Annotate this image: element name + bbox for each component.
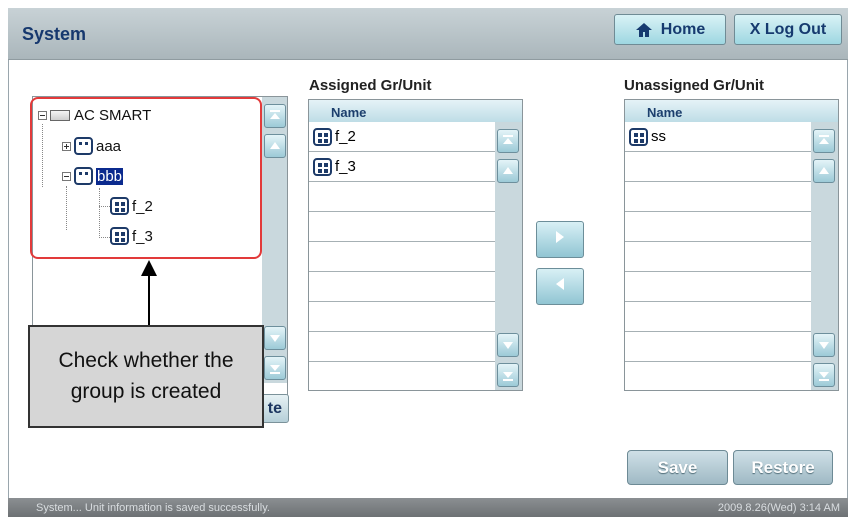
assigned-label: Assigned Gr/Unit — [309, 77, 432, 94]
unassigned-label: Unassigned Gr/Unit — [624, 77, 765, 94]
unassigned-column-header: Name — [625, 100, 838, 122]
unit-icon — [313, 127, 332, 146]
list-item[interactable] — [309, 272, 495, 302]
status-message: System... Unit information is saved succ… — [36, 501, 270, 514]
scroll-top-button[interactable] — [813, 129, 835, 153]
delete-button-label: te — [267, 399, 282, 417]
scroll-up-button[interactable] — [264, 134, 286, 158]
move-right-button[interactable] — [536, 221, 584, 258]
scroll-down-button[interactable] — [813, 333, 835, 357]
assigned-list[interactable]: Name f_2 f_3 — [308, 99, 523, 391]
logout-button[interactable]: X Log Out — [734, 14, 842, 45]
chevron-left-icon — [554, 277, 566, 296]
chevron-right-icon — [554, 230, 566, 249]
callout-arrow — [148, 273, 150, 325]
scroll-up-button[interactable] — [497, 159, 519, 183]
scroll-bottom-button[interactable] — [813, 363, 835, 387]
list-item[interactable] — [625, 362, 811, 392]
save-button-label: Save — [657, 457, 698, 477]
list-item[interactable] — [625, 302, 811, 332]
list-item[interactable]: ss — [625, 122, 811, 152]
list-item[interactable] — [625, 242, 811, 272]
restore-button-label: Restore — [751, 457, 815, 477]
list-item[interactable] — [625, 212, 811, 242]
scroll-top-button[interactable] — [497, 129, 519, 153]
list-item[interactable] — [309, 242, 495, 272]
list-item[interactable] — [309, 182, 495, 212]
list-item-label: f_2 — [335, 128, 356, 145]
list-item[interactable] — [625, 272, 811, 302]
scroll-top-button[interactable] — [264, 104, 286, 128]
list-item[interactable]: f_2 — [309, 122, 495, 152]
restore-button[interactable]: Restore — [733, 450, 833, 485]
callout-text: Check whether the group is created — [58, 349, 234, 403]
list-item[interactable] — [625, 332, 811, 362]
unit-icon — [629, 127, 648, 146]
list-item[interactable]: f_3 — [309, 152, 495, 182]
unassigned-list[interactable]: Name ss — [624, 99, 839, 391]
status-bar: System... Unit information is saved succ… — [8, 498, 848, 517]
highlight-box — [30, 97, 262, 259]
move-left-button[interactable] — [536, 268, 584, 305]
unit-icon — [313, 157, 332, 176]
save-button[interactable]: Save — [627, 450, 728, 485]
page-title: System — [22, 24, 87, 44]
scroll-bottom-button[interactable] — [497, 363, 519, 387]
scroll-bottom-button[interactable] — [264, 356, 286, 380]
list-item[interactable] — [625, 182, 811, 212]
logout-button-label: X Log Out — [749, 20, 827, 38]
scroll-down-button[interactable] — [497, 333, 519, 357]
list-item[interactable] — [309, 332, 495, 362]
list-item[interactable] — [309, 362, 495, 392]
scroll-up-button[interactable] — [813, 159, 835, 183]
home-button-label: Home — [660, 20, 706, 38]
scroll-down-button[interactable] — [264, 326, 286, 350]
list-item[interactable] — [309, 212, 495, 242]
list-item-label: f_3 — [335, 158, 356, 175]
home-icon — [635, 22, 653, 38]
list-item-label: ss — [651, 128, 666, 145]
status-datetime: 2009.8.26(Wed) 3:14 AM — [717, 501, 840, 514]
assigned-column-header: Name — [309, 100, 522, 122]
callout-box: Check whether the group is created — [28, 325, 264, 428]
list-item[interactable] — [625, 152, 811, 182]
list-item[interactable] — [309, 302, 495, 332]
home-button[interactable]: Home — [614, 14, 726, 45]
